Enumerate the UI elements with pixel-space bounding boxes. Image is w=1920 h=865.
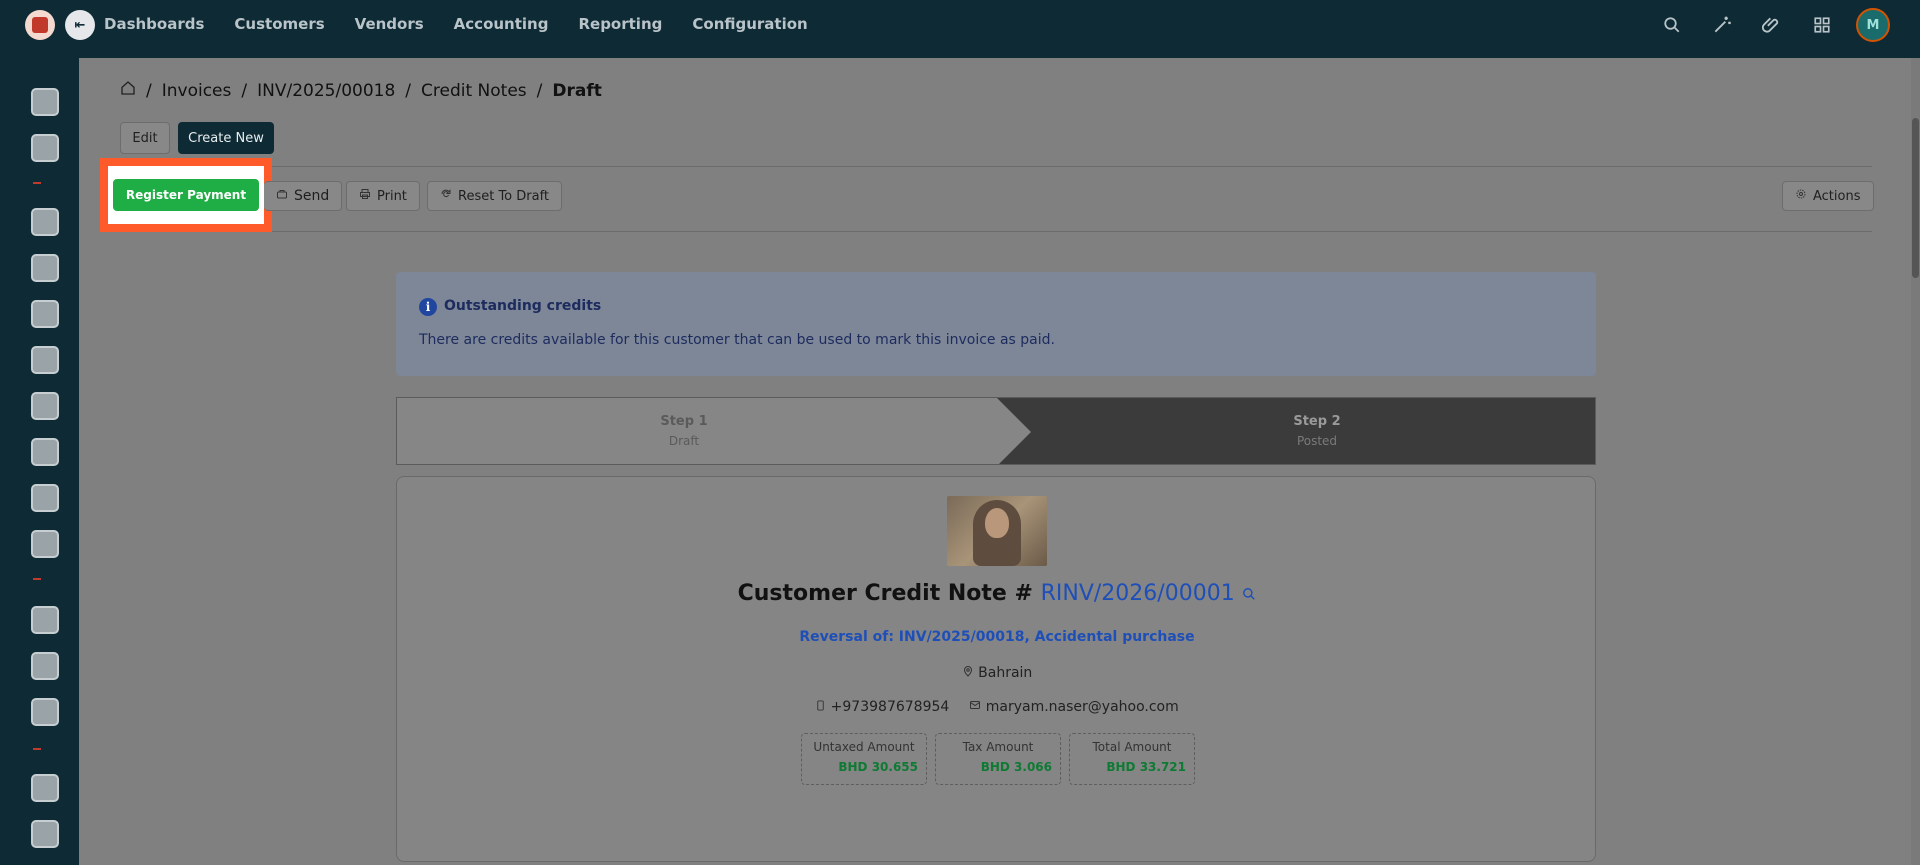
tax-amount-box: Tax Amount BHD 3.066 xyxy=(935,733,1061,785)
country-text: Bahrain xyxy=(978,665,1033,681)
sidebar-search-icon[interactable] xyxy=(31,484,59,512)
apps-grid-icon[interactable] xyxy=(1806,9,1838,41)
breadcrumb-current: Draft xyxy=(552,80,602,101)
amount-label: Total Amount xyxy=(1092,740,1172,754)
search-icon[interactable] xyxy=(1242,582,1256,607)
sidebar-divider xyxy=(33,578,41,580)
actions-button[interactable]: Actions xyxy=(1782,181,1874,211)
magic-wand-icon[interactable] xyxy=(1706,9,1738,41)
sidebar-notes-icon[interactable] xyxy=(31,346,59,374)
phone-icon xyxy=(815,699,830,715)
reversal-link[interactable]: Reversal of: INV/2025/00018, Accidental … xyxy=(397,629,1597,645)
credit-note-card: Customer Credit Note # RINV/2026/00001 R… xyxy=(396,476,1596,862)
step-1-label: Step 1 xyxy=(660,414,708,429)
print-icon xyxy=(359,188,371,204)
sidebar-settings-icon[interactable] xyxy=(31,774,59,802)
breadcrumb-credit-notes[interactable]: Credit Notes xyxy=(421,81,527,101)
sidebar-reports-icon[interactable] xyxy=(31,254,59,282)
sidebar-dashboard-icon[interactable] xyxy=(31,88,59,116)
email-text: maryam.naser@yahoo.com xyxy=(985,699,1179,715)
sidebar-shopping-icon[interactable] xyxy=(31,392,59,420)
main-nav: Dashboards Customers Vendors Accounting … xyxy=(104,0,808,48)
email-contact: maryam.naser@yahoo.com xyxy=(969,699,1179,715)
top-navbar: ⇤ Dashboards Customers Vendors Accountin… xyxy=(0,0,1920,58)
divider xyxy=(100,166,1872,167)
status-steps: Step 1 Draft Step 2 Posted xyxy=(396,397,1596,465)
highlight-box: Register Payment xyxy=(100,158,272,232)
sidebar-sales-icon[interactable] xyxy=(31,208,59,236)
send-label: Send xyxy=(294,188,330,204)
amount-summary: Untaxed Amount BHD 30.655 Tax Amount BHD… xyxy=(801,733,1195,785)
nav-vendors[interactable]: Vendors xyxy=(355,15,424,33)
search-icon[interactable] xyxy=(1656,9,1688,41)
gear-icon xyxy=(1795,188,1807,204)
scrollbar-thumb[interactable] xyxy=(1912,118,1919,278)
sidebar-monitor-icon[interactable] xyxy=(31,698,59,726)
customer-contact: +973987678954 maryam.naser@yahoo.com xyxy=(397,699,1597,715)
reset-icon xyxy=(440,188,452,204)
breadcrumb-invoices[interactable]: Invoices xyxy=(162,81,232,101)
step-2-sub: Posted xyxy=(1296,434,1338,448)
nav-accounting[interactable]: Accounting xyxy=(454,15,549,33)
customer-country: Bahrain xyxy=(397,665,1597,681)
phone-contact: +973987678954 xyxy=(815,699,949,715)
user-avatar[interactable]: M xyxy=(1856,8,1890,42)
step-1-sub: Draft xyxy=(668,434,700,448)
sidebar-divider xyxy=(33,182,41,184)
sidebar xyxy=(0,58,79,865)
sidebar-calendar-icon[interactable] xyxy=(31,530,59,558)
alert-text: There are credits available for this cus… xyxy=(419,332,1055,348)
nav-customers[interactable]: Customers xyxy=(234,15,324,33)
nav-dashboards[interactable]: Dashboards xyxy=(104,15,204,33)
untaxed-amount-box: Untaxed Amount BHD 30.655 xyxy=(801,733,927,785)
phone-text: +973987678954 xyxy=(830,699,950,715)
amount-label: Untaxed Amount xyxy=(813,740,915,754)
reset-to-draft-button[interactable]: Reset To Draft xyxy=(427,181,563,211)
page-scrollbar[interactable] xyxy=(1911,58,1920,865)
send-button[interactable]: Send xyxy=(264,181,343,211)
sidebar-folder-icon[interactable] xyxy=(31,652,59,680)
actions-label: Actions xyxy=(1813,188,1861,204)
location-pin-icon xyxy=(962,665,978,681)
breadcrumb-invoice-number[interactable]: INV/2025/00018 xyxy=(257,81,395,101)
print-label: Print xyxy=(377,188,407,204)
edit-button[interactable]: Edit xyxy=(120,122,170,154)
print-button[interactable]: Print xyxy=(346,181,420,211)
app-logo[interactable] xyxy=(25,10,55,40)
sidebar-documents-icon[interactable] xyxy=(31,300,59,328)
title-prefix: Customer Credit Note # xyxy=(737,581,1033,606)
document-number[interactable]: RINV/2026/00001 xyxy=(1041,581,1235,606)
amount-label: Tax Amount xyxy=(962,740,1034,754)
create-new-button[interactable]: Create New xyxy=(178,122,274,154)
customer-photo xyxy=(947,496,1047,566)
sidebar-profile-icon[interactable] xyxy=(31,820,59,848)
alert-title: Outstanding credits xyxy=(444,298,602,314)
breadcrumb: / Invoices / INV/2025/00018 / Credit Not… xyxy=(120,80,602,101)
amount-value: BHD 30.655 xyxy=(838,760,918,774)
outstanding-credits-alert: i Outstanding credits There are credits … xyxy=(396,272,1596,376)
email-icon xyxy=(969,699,985,715)
sidebar-invoicing-icon[interactable] xyxy=(31,134,59,162)
info-icon: i xyxy=(419,298,437,316)
amount-value: BHD 33.721 xyxy=(1106,760,1186,774)
reset-label: Reset To Draft xyxy=(458,188,550,204)
nav-reporting[interactable]: Reporting xyxy=(578,15,662,33)
divider xyxy=(100,231,1872,232)
home-icon[interactable] xyxy=(120,80,136,101)
total-amount-box: Total Amount BHD 33.721 xyxy=(1069,733,1195,785)
sidebar-tag-icon[interactable] xyxy=(31,438,59,466)
send-icon xyxy=(276,188,288,204)
step-active-bg xyxy=(997,398,1595,464)
sidebar-divider xyxy=(33,748,41,750)
document-title: Customer Credit Note # RINV/2026/00001 xyxy=(397,581,1597,607)
sidebar-support-icon[interactable] xyxy=(31,606,59,634)
step-2-label: Step 2 xyxy=(1293,414,1341,429)
paperclip-icon[interactable] xyxy=(1756,9,1788,41)
sidebar-collapse-icon[interactable]: ⇤ xyxy=(65,10,95,40)
amount-value: BHD 3.066 xyxy=(980,760,1052,774)
nav-configuration[interactable]: Configuration xyxy=(692,15,807,33)
register-payment-button[interactable]: Register Payment xyxy=(112,179,260,211)
